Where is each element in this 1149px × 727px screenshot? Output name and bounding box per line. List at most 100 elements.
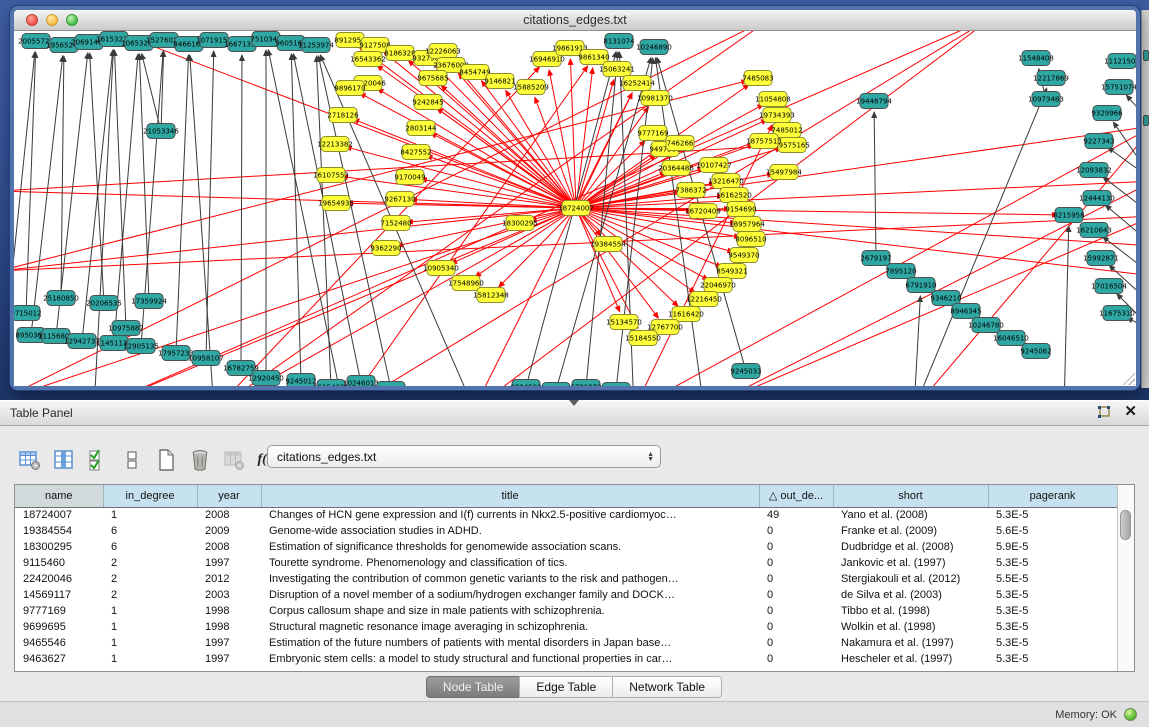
graph-node[interactable]: 11548408 xyxy=(1018,51,1054,66)
graph-node[interactable]: 10246013 xyxy=(343,376,379,387)
graph-node[interactable]: 18757513 xyxy=(746,134,782,149)
show-columns-icon[interactable] xyxy=(52,448,76,472)
cell-out_degree[interactable]: 0 xyxy=(759,619,833,635)
table-scrollbar[interactable] xyxy=(1117,485,1134,671)
graph-node[interactable]: 10973483 xyxy=(1028,92,1064,107)
graph-node[interactable]: 15063241 xyxy=(599,62,635,77)
graph-node[interactable]: 10246780 xyxy=(968,318,1004,333)
graph-node[interactable]: 15885209 xyxy=(513,80,549,95)
graph-node[interactable]: 12444130 xyxy=(1079,191,1115,206)
cell-year[interactable]: 2009 xyxy=(197,523,261,539)
close-panel-icon[interactable]: ✕ xyxy=(1124,403,1137,421)
graph-node[interactable]: 17359924 xyxy=(131,294,167,309)
cell-title[interactable]: Tourette syndrome. Phenomenology and cla… xyxy=(261,555,759,571)
network-canvas[interactable]: 1872400789129549127508165433628186328932… xyxy=(14,31,1136,386)
cell-in_degree[interactable]: 6 xyxy=(103,539,197,555)
cell-name[interactable]: 19384554 xyxy=(15,523,103,539)
select-all-columns-icon[interactable] xyxy=(86,448,110,472)
cell-pagerank[interactable]: 5.5E-5 xyxy=(988,571,1117,587)
cell-in_degree[interactable]: 1 xyxy=(103,651,197,667)
graph-node[interactable]: 7485083 xyxy=(742,71,773,86)
graph-node[interactable]: 16162520 xyxy=(716,188,752,203)
graph-node[interactable]: 9267130 xyxy=(384,192,415,207)
graph-node[interactable]: 12920450 xyxy=(248,371,284,386)
graph-node[interactable]: 13216470 xyxy=(708,174,744,189)
memory-ok-indicator[interactable] xyxy=(1124,708,1137,721)
column-header-short[interactable]: short xyxy=(833,485,988,507)
graph-node[interactable]: 10107427 xyxy=(696,158,732,173)
cell-short[interactable]: Jankovic et al. (1997) xyxy=(833,555,988,571)
cell-title[interactable]: Estimation of the future numbers of pati… xyxy=(261,635,759,651)
cell-out_degree[interactable]: 0 xyxy=(759,651,833,667)
graph-node[interactable]: 16107553 xyxy=(313,168,349,183)
graph-node[interactable]: 10905340 xyxy=(423,261,459,276)
cell-pagerank[interactable]: 5.3E-5 xyxy=(988,603,1117,619)
table-row[interactable]: 946362711997Embryonic stem cells: a mode… xyxy=(15,651,1117,667)
graph-node[interactable]: 9329966 xyxy=(1091,106,1123,121)
graph-node[interactable]: 8946120 xyxy=(600,383,631,387)
graph-node[interactable]: 15497984 xyxy=(766,165,802,180)
cell-short[interactable]: Yano et al. (2008) xyxy=(833,507,988,523)
cell-title[interactable]: Estimation of significance thresholds fo… xyxy=(261,539,759,555)
column-header-name[interactable]: name xyxy=(15,485,103,507)
cell-name[interactable]: 14569117 xyxy=(15,587,103,603)
table-row[interactable]: 946554611997Estimation of the future num… xyxy=(15,635,1117,651)
graph-node[interactable]: 7386372 xyxy=(675,183,706,198)
tab-node-table[interactable]: Node Table xyxy=(426,676,521,698)
cell-pagerank[interactable]: 5.9E-5 xyxy=(988,539,1117,555)
create-column-icon[interactable] xyxy=(154,448,178,472)
cell-short[interactable]: Tibbo et al. (1998) xyxy=(833,603,988,619)
graph-node[interactable]: 9227343 xyxy=(1083,134,1114,149)
graph-node[interactable]: 9170049 xyxy=(394,170,425,185)
graph-node[interactable]: 8186328 xyxy=(384,46,415,61)
cell-name[interactable]: 9115460 xyxy=(15,555,103,571)
cell-year[interactable]: 2008 xyxy=(197,539,261,555)
cell-name[interactable]: 22420046 xyxy=(15,571,103,587)
graph-node[interactable]: 11054808 xyxy=(755,92,791,107)
cell-pagerank[interactable]: 5.6E-5 xyxy=(988,523,1117,539)
graph-node[interactable]: 16046210 xyxy=(373,382,409,387)
graph-node[interactable]: 2718126 xyxy=(327,108,359,123)
table-options-icon[interactable] xyxy=(18,448,42,472)
cell-year[interactable]: 1998 xyxy=(197,619,261,635)
cell-short[interactable]: Nakamura et al. (1997) xyxy=(833,635,988,651)
cell-short[interactable]: Wolkin et al. (1998) xyxy=(833,619,988,635)
cell-name[interactable]: 18300295 xyxy=(15,539,103,555)
cell-title[interactable]: Embryonic stem cells: a model to study s… xyxy=(261,651,759,667)
graph-node[interactable]: 7152480 xyxy=(380,216,411,231)
cell-pagerank[interactable]: 5.3E-5 xyxy=(988,651,1117,667)
cell-pagerank[interactable]: 5.3E-5 xyxy=(988,587,1117,603)
graph-node[interactable]: 2803144 xyxy=(405,121,437,136)
cell-year[interactable]: 1997 xyxy=(197,635,261,651)
cell-title[interactable]: Genome-wide association studies in ADHD. xyxy=(261,523,759,539)
cell-year[interactable]: 2012 xyxy=(197,571,261,587)
graph-node[interactable]: 15992871 xyxy=(1083,251,1119,266)
cell-name[interactable]: 18724007 xyxy=(15,507,103,523)
cell-out_degree[interactable]: 0 xyxy=(759,571,833,587)
graph-node[interactable]: 15812348 xyxy=(473,288,509,303)
graph-node[interactable]: 8096510 xyxy=(735,232,766,247)
cell-title[interactable]: Changes of HCN gene expression and I(f) … xyxy=(261,507,759,523)
graph-node[interactable]: 16720409 xyxy=(685,204,721,219)
split-pane-handle-icon[interactable] xyxy=(569,400,579,406)
table-row[interactable]: 1938455462009Genome-wide association stu… xyxy=(15,523,1117,539)
cell-out_degree[interactable]: 0 xyxy=(759,587,833,603)
column-header-pagerank[interactable]: pagerank xyxy=(988,485,1117,507)
graph-node[interactable]: 12216450 xyxy=(686,292,722,307)
graph-node[interactable]: 17016504 xyxy=(1091,279,1127,294)
graph-node[interactable]: 16210643 xyxy=(1076,223,1112,238)
cell-pagerank[interactable]: 5.3E-5 xyxy=(988,555,1117,571)
graph-node[interactable]: 19384554 xyxy=(590,237,626,252)
cell-out_degree[interactable]: 0 xyxy=(759,539,833,555)
graph-node[interactable]: 16046510 xyxy=(993,331,1029,346)
graph-node[interactable]: 9146821 xyxy=(484,74,515,89)
table-row[interactable]: 969969511998Structural magnetic resonanc… xyxy=(15,619,1117,635)
graph-node[interactable]: 9362290 xyxy=(370,241,401,256)
graph-node[interactable]: 18957964 xyxy=(729,217,765,232)
cell-in_degree[interactable]: 1 xyxy=(103,603,197,619)
graph-node[interactable]: 9245033 xyxy=(730,364,761,379)
graph-node[interactable]: 19734393 xyxy=(759,108,795,123)
cell-in_degree[interactable]: 1 xyxy=(103,507,197,523)
graph-node[interactable]: 22046970 xyxy=(700,278,736,293)
cell-year[interactable]: 1997 xyxy=(197,651,261,667)
